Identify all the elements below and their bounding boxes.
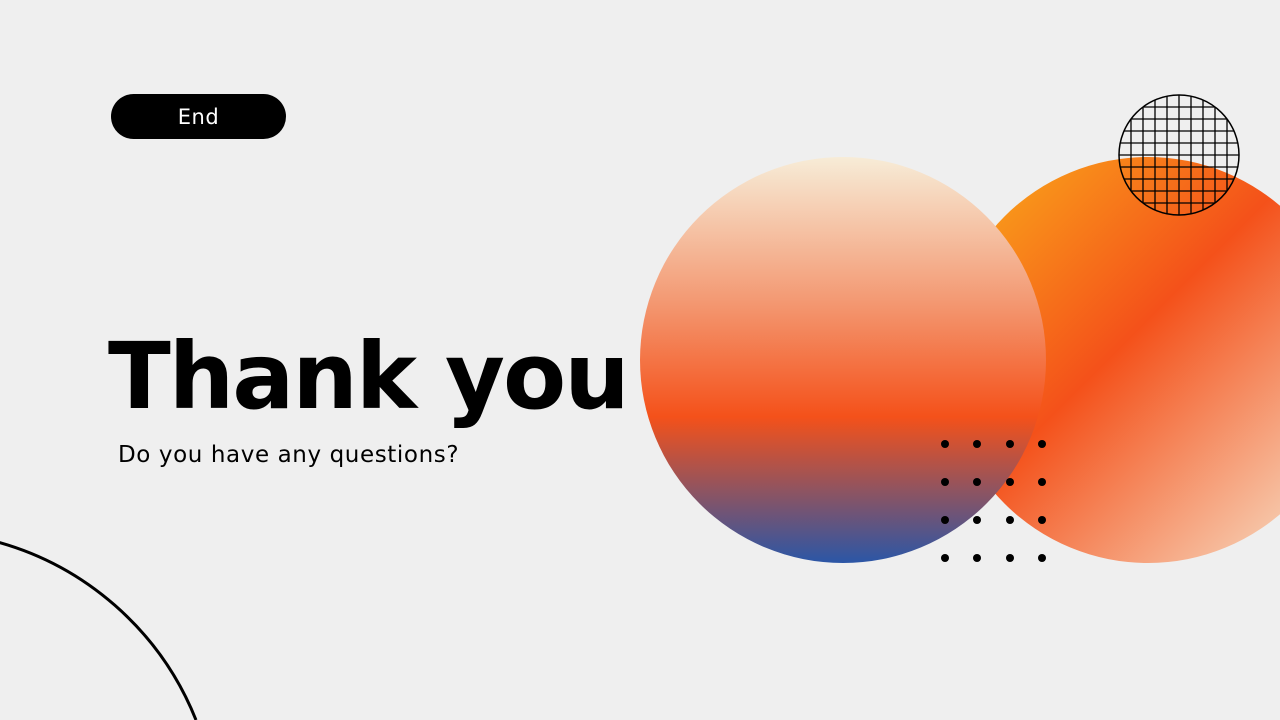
corner-arc [0,541,198,720]
end-badge-label: End [177,104,220,129]
slide-title: Thank you [108,323,630,430]
end-badge: End [111,94,286,139]
sunset-gradient-circle [640,157,1046,563]
slide: End Thank you Do you have any questions? [0,0,1280,720]
slide-subtitle: Do you have any questions? [118,442,460,468]
